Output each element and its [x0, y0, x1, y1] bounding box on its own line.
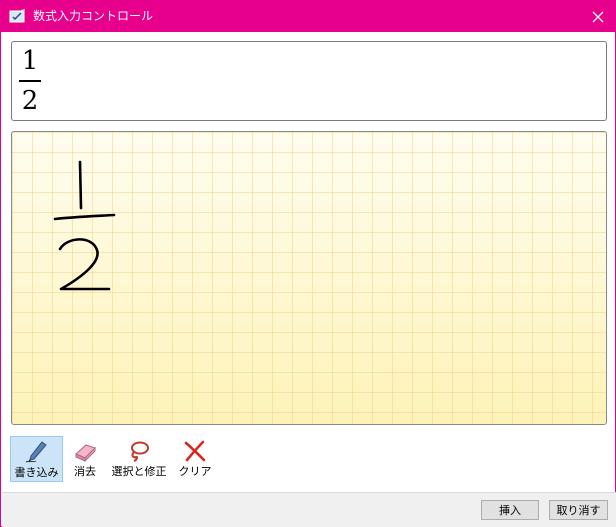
select-correct-tool-label: 選択と修正 [111, 465, 167, 478]
preview-fraction: 1 2 [19, 46, 41, 117]
clear-x-icon [184, 440, 206, 462]
write-tool-button[interactable]: 書き込み [10, 436, 63, 482]
close-button[interactable] [581, 1, 615, 32]
erase-tool-button[interactable]: 消去 [69, 436, 101, 482]
preview-denominator: 2 [21, 85, 39, 116]
ink-stroke-two [58, 238, 111, 291]
erase-tool-label: 消去 [74, 465, 96, 478]
handwritten-ink [53, 160, 116, 291]
ink-stroke-fraction-bar [53, 213, 116, 221]
window-title: 数式入力コントロール [33, 9, 154, 23]
clear-tool-button[interactable]: クリア [177, 436, 213, 482]
math-input-window: 数式入力コントロール 1 2 書き込み 消去 選択と修正 クリア 挿入 取り消す [0, 0, 616, 527]
pen-icon [25, 441, 47, 463]
close-icon [592, 11, 604, 22]
clear-tool-label: クリア [178, 465, 212, 478]
select-correct-tool-button[interactable]: 選択と修正 [108, 436, 170, 482]
insert-button[interactable]: 挿入 [481, 500, 539, 520]
eraser-icon [75, 444, 96, 463]
ink-toolbar: 書き込み 消去 選択と修正 クリア [1, 433, 616, 485]
preview-numerator: 1 [21, 46, 39, 76]
title-bar[interactable]: 数式入力コントロール [1, 1, 615, 32]
cancel-button[interactable]: 取り消す [549, 500, 608, 520]
preview-fraction-bar [19, 80, 41, 82]
write-tool-label: 書き込み [14, 466, 59, 479]
lasso-icon [131, 441, 149, 462]
ink-writing-area[interactable] [11, 131, 607, 425]
math-input-app-icon [9, 9, 25, 23]
math-preview-pane: 1 2 [11, 41, 607, 121]
dialog-footer: 挿入 取り消す [2, 492, 616, 527]
ink-stroke-one [78, 160, 83, 210]
